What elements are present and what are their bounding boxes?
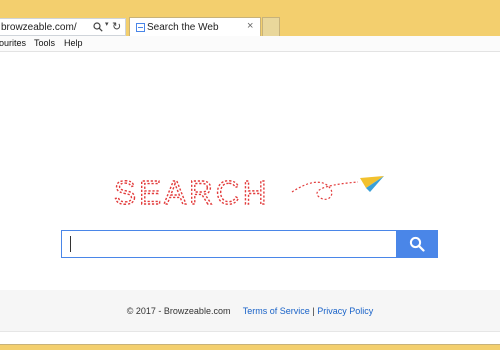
privacy-policy-link[interactable]: Privacy Policy [317, 306, 373, 316]
tab-title: Search the Web [147, 22, 219, 33]
footer: © 2017 - Browzeable.com Terms of Service… [0, 290, 500, 332]
copyright-text: © 2017 - Browzeable.com [126, 306, 231, 316]
menu-bar: ourites Tools Help [0, 36, 500, 52]
text-caret [70, 236, 71, 252]
tab-search-the-web[interactable]: Search the Web × [129, 17, 261, 36]
menu-item-favourites[interactable]: ourites [0, 38, 26, 48]
footer-links: © 2017 - Browzeable.com Terms of Service… [0, 306, 500, 316]
dotted-trail [291, 181, 359, 200]
search-icon[interactable] [93, 22, 103, 32]
terms-of-service-link[interactable]: Terms of Service [243, 306, 310, 316]
browser-chrome: browzeable.com/ ▾ ↻ Search the Web × [0, 0, 500, 36]
search-button[interactable] [396, 230, 438, 258]
footer-separator: | [312, 306, 315, 316]
address-url[interactable]: browzeable.com/ [1, 22, 77, 33]
menu-item-tools[interactable]: Tools [34, 38, 55, 48]
favicon-icon [136, 23, 145, 32]
divider [0, 331, 500, 332]
address-bar[interactable]: browzeable.com/ ▾ ↻ [0, 18, 126, 36]
paper-plane-icon [360, 176, 384, 192]
close-icon[interactable]: × [247, 20, 253, 32]
search-icon [409, 236, 425, 252]
new-tab-button[interactable] [262, 17, 280, 36]
chevron-down-icon[interactable]: ▾ [105, 20, 109, 28]
search-logo: SEARCH [113, 173, 384, 212]
logo-text: SEARCH [114, 174, 270, 211]
browser-bottom-bar [0, 344, 500, 350]
search-input[interactable] [61, 230, 397, 258]
menu-item-help[interactable]: Help [64, 38, 83, 48]
refresh-icon[interactable]: ↻ [112, 20, 121, 33]
